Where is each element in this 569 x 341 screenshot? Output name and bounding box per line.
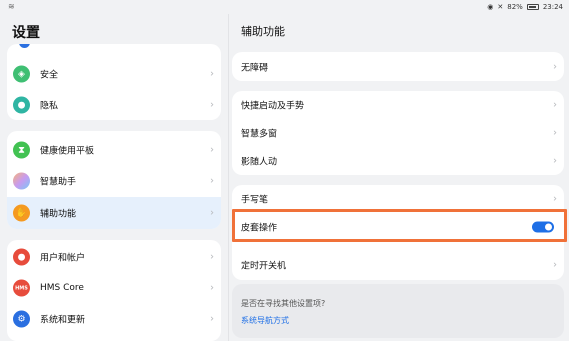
sidebar-item-system-update[interactable]: ⚙ 系统和更新 › — [7, 304, 221, 334]
chevron-right-icon: › — [210, 313, 214, 325]
settings-group-2: ⧗ 健康使用平板 › 智慧助手 › ✋ 辅助功能 › — [7, 131, 221, 229]
settings-group-3: ● 用户和帐户 › HMS HMS Core › ⚙ 系统和更新 › — [7, 240, 221, 341]
sidebar-item-label: 健康使用平板 — [40, 146, 95, 157]
chevron-right-icon: › — [553, 155, 557, 167]
eye-comfort-icon: ◉ — [487, 3, 494, 11]
suggestion-link-navigation[interactable]: 系统导航方式 — [241, 315, 289, 326]
chevron-right-icon: › — [210, 99, 214, 111]
row-label: 智慧多窗 — [241, 129, 278, 140]
chevron-right-icon: › — [210, 144, 214, 156]
page-title: 设置 — [12, 25, 40, 41]
sidebar-item-privacy[interactable]: ● 隐私 › — [7, 91, 221, 119]
row-label: 快捷启动及手势 — [241, 101, 305, 112]
chevron-right-icon: › — [210, 251, 214, 263]
chevron-right-icon: › — [553, 259, 557, 271]
sidebar-item-label: HMS Core — [40, 283, 84, 293]
row-label: 影随人动 — [241, 157, 278, 168]
sidebar-item-accessibility[interactable]: ✋ 辅助功能 › — [7, 197, 221, 229]
suggestion-card: 是否在寻找其他设置项? 系统导航方式 — [232, 284, 564, 338]
row-stylus[interactable]: 手写笔 › — [232, 185, 564, 213]
hms-icon: HMS — [13, 279, 30, 297]
row-follow-motion[interactable]: 影随人动 › — [232, 147, 564, 175]
hourglass-icon: ⧗ — [13, 141, 30, 159]
clock: 23:24 — [542, 3, 563, 11]
sidebar-item-hms-core[interactable]: HMS HMS Core › — [7, 273, 221, 303]
assistant-icon — [13, 172, 30, 190]
sidebar-item-label: 辅助功能 — [40, 209, 77, 220]
sidebar-item-label: 智慧助手 — [40, 177, 77, 188]
right-card-1: 无障碍 › — [232, 52, 564, 81]
chevron-right-icon: › — [553, 99, 557, 111]
sidebar-item-label: 隐私 — [40, 101, 59, 112]
status-bar: ≋ ◉ ✕ 82% 23:24 — [0, 0, 569, 14]
sidebar-item-health[interactable]: ⧗ 健康使用平板 › — [7, 135, 221, 165]
partial-icon — [19, 44, 30, 48]
row-shortcuts-gestures[interactable]: 快捷启动及手势 › — [232, 91, 564, 119]
row-label: 定时开关机 — [241, 261, 287, 272]
row-label: 无障碍 — [241, 63, 269, 73]
chevron-right-icon: › — [553, 127, 557, 139]
pane-divider — [228, 14, 229, 341]
chevron-right-icon: › — [210, 175, 214, 187]
row-label: 皮套操作 — [241, 223, 278, 234]
sidebar-item-security[interactable]: ◈ 安全 › — [7, 60, 221, 88]
row-cover-operation[interactable]: 皮套操作 — [232, 213, 564, 241]
user-icon: ● — [13, 248, 30, 266]
right-card-2: 快捷启动及手势 › 智慧多窗 › 影随人动 › — [232, 91, 564, 175]
chevron-right-icon: › — [553, 61, 557, 72]
privacy-icon: ● — [13, 96, 30, 114]
shield-icon: ◈ — [13, 65, 30, 83]
gear-icon: ⚙ — [13, 310, 30, 328]
cover-operation-toggle[interactable] — [532, 221, 554, 233]
chevron-right-icon: › — [553, 193, 557, 205]
battery-icon — [526, 4, 539, 10]
sidebar-item-label: 系统和更新 — [40, 315, 86, 326]
hand-icon: ✋ — [13, 204, 30, 222]
section-title: 辅助功能 — [241, 25, 285, 38]
chevron-right-icon: › — [210, 207, 214, 219]
status-right: ◉ ✕ 82% 23:24 — [487, 3, 563, 11]
row-label: 手写笔 — [241, 195, 269, 206]
sidebar-item-assistant[interactable]: 智慧助手 › — [7, 166, 221, 196]
row-scheduled-power[interactable]: 定时开关机 › — [232, 251, 564, 279]
chevron-right-icon: › — [210, 282, 214, 294]
suggestion-question: 是否在寻找其他设置项? — [241, 299, 326, 308]
row-smart-multiwindow[interactable]: 智慧多窗 › — [232, 119, 564, 147]
right-card-3: 手写笔 › 皮套操作 定时开关机 › — [232, 185, 564, 280]
sidebar-item-users[interactable]: ● 用户和帐户 › — [7, 242, 221, 272]
sidebar-item-label: 用户和帐户 — [40, 253, 86, 264]
mute-icon: ✕ — [497, 3, 504, 11]
battery-percent: 82% — [507, 3, 523, 11]
settings-group-1: ◈ 安全 › ● 隐私 › — [7, 44, 221, 120]
chevron-right-icon: › — [210, 68, 214, 80]
sidebar-item-label: 安全 — [40, 70, 59, 81]
wifi-icon: ≋ — [8, 2, 15, 11]
row-barrier-free[interactable]: 无障碍 › — [232, 52, 564, 81]
